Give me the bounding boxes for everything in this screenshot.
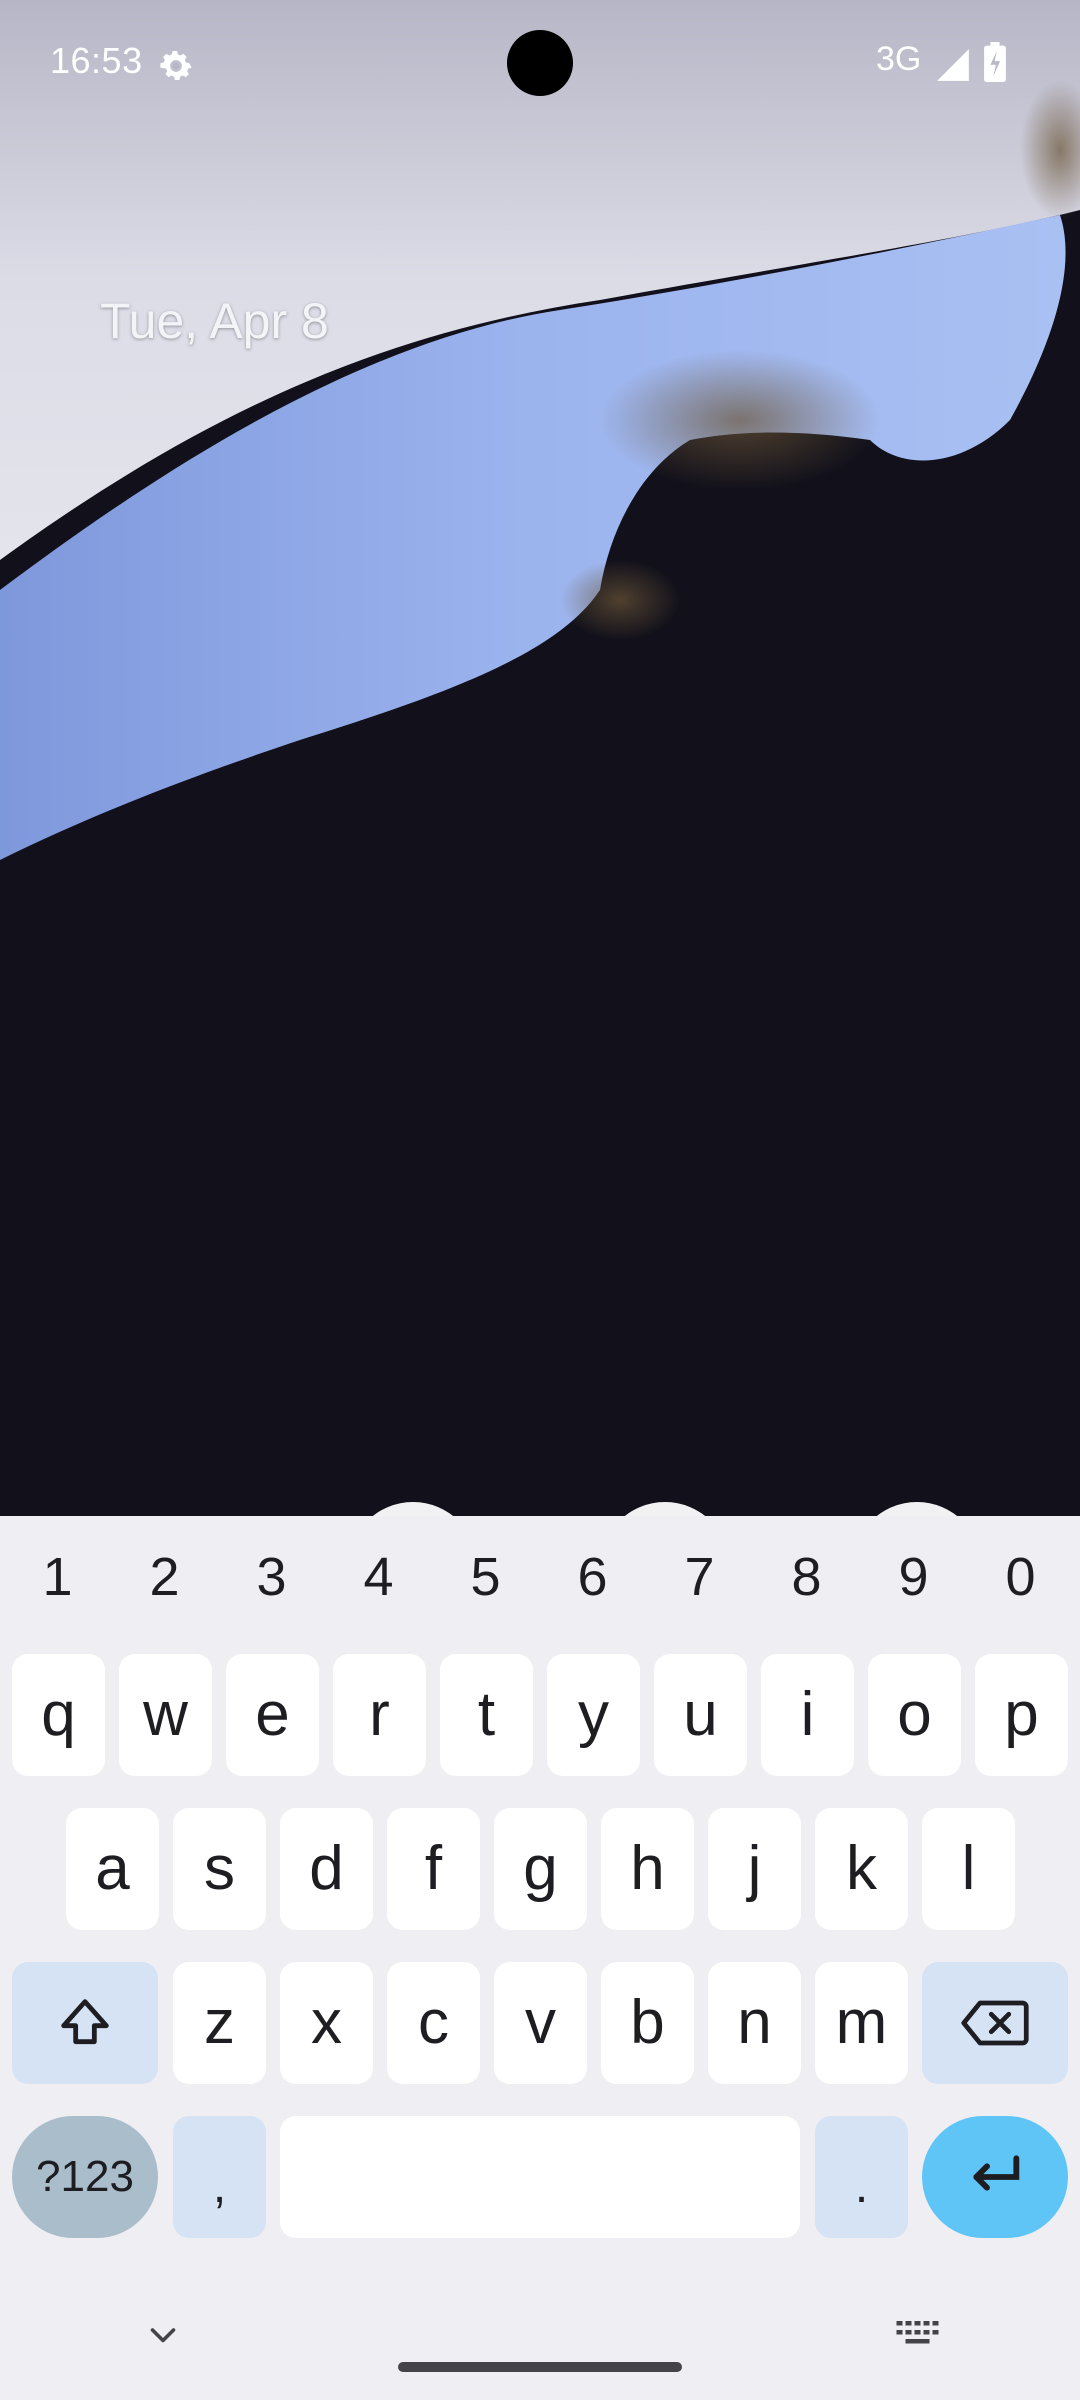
shift-icon: [61, 1999, 109, 2045]
key-i[interactable]: i: [761, 1654, 854, 1776]
key-o[interactable]: o: [868, 1654, 961, 1776]
key-t[interactable]: t: [440, 1654, 533, 1776]
key-f[interactable]: f: [387, 1808, 480, 1930]
key-5[interactable]: 5: [432, 1546, 539, 1608]
key-0[interactable]: 0: [967, 1546, 1074, 1608]
key-6[interactable]: 6: [539, 1546, 646, 1608]
signal-icon: [937, 49, 969, 81]
comma-key[interactable]: ,: [173, 2116, 266, 2238]
number-row: 1 2 3 4 5 6 7 8 9 0: [0, 1546, 1080, 1636]
key-l[interactable]: l: [922, 1808, 1015, 1930]
backspace-icon: [961, 2000, 1029, 2046]
backspace-key[interactable]: [922, 1962, 1068, 2084]
key-k[interactable]: k: [815, 1808, 908, 1930]
keyboard-icon[interactable]: [895, 2318, 943, 2348]
key-m[interactable]: m: [815, 1962, 908, 2084]
lockscreen-date: Tue, Apr 8: [100, 293, 329, 349]
key-3[interactable]: 3: [218, 1546, 325, 1608]
key-y[interactable]: y: [547, 1654, 640, 1776]
key-h[interactable]: h: [601, 1808, 694, 1930]
key-a[interactable]: a: [66, 1808, 159, 1930]
enter-icon: [973, 2155, 1020, 2191]
key-p[interactable]: p: [975, 1654, 1068, 1776]
space-key[interactable]: [280, 2116, 800, 2238]
key-b[interactable]: b: [601, 1962, 694, 2084]
shift-key[interactable]: [12, 1962, 158, 2084]
key-x[interactable]: x: [280, 1962, 373, 2084]
key-w[interactable]: w: [119, 1654, 212, 1776]
key-v[interactable]: v: [494, 1962, 587, 2084]
key-1[interactable]: 1: [4, 1546, 111, 1608]
key-d[interactable]: d: [280, 1808, 373, 1930]
key-4[interactable]: 4: [325, 1546, 432, 1608]
status-clock: 16:53: [50, 40, 143, 81]
key-7[interactable]: 7: [646, 1546, 753, 1608]
wallpaper: [0, 0, 1080, 1516]
key-9[interactable]: 9: [860, 1546, 967, 1608]
enter-key[interactable]: [922, 2116, 1068, 2238]
key-z[interactable]: z: [173, 1962, 266, 2084]
key-8[interactable]: 8: [753, 1546, 860, 1608]
home-indicator[interactable]: [398, 2362, 682, 2372]
key-j[interactable]: j: [708, 1808, 801, 1930]
key-e[interactable]: e: [226, 1654, 319, 1776]
key-q[interactable]: q: [12, 1654, 105, 1776]
wallpaper-art: [0, 0, 1080, 1516]
symbols-key[interactable]: ?123: [12, 2116, 158, 2238]
network-type: 3G: [876, 40, 922, 78]
key-g[interactable]: g: [494, 1808, 587, 1930]
key-s[interactable]: s: [173, 1808, 266, 1930]
camera-cutout: [507, 30, 573, 96]
keyboard: 1 2 3 4 5 6 7 8 9 0 q w e r t y u i o p …: [0, 1516, 1080, 2400]
period-key[interactable]: .: [815, 2116, 908, 2238]
key-c[interactable]: c: [387, 1962, 480, 2084]
key-2[interactable]: 2: [111, 1546, 218, 1608]
key-r[interactable]: r: [333, 1654, 426, 1776]
key-u[interactable]: u: [654, 1654, 747, 1776]
settings-icon: [160, 51, 192, 80]
battery-charging-icon: [984, 42, 1006, 82]
key-n[interactable]: n: [708, 1962, 801, 2084]
chevron-down-icon[interactable]: [145, 2318, 181, 2354]
status-bar: 16:53 3G: [0, 0, 1080, 130]
